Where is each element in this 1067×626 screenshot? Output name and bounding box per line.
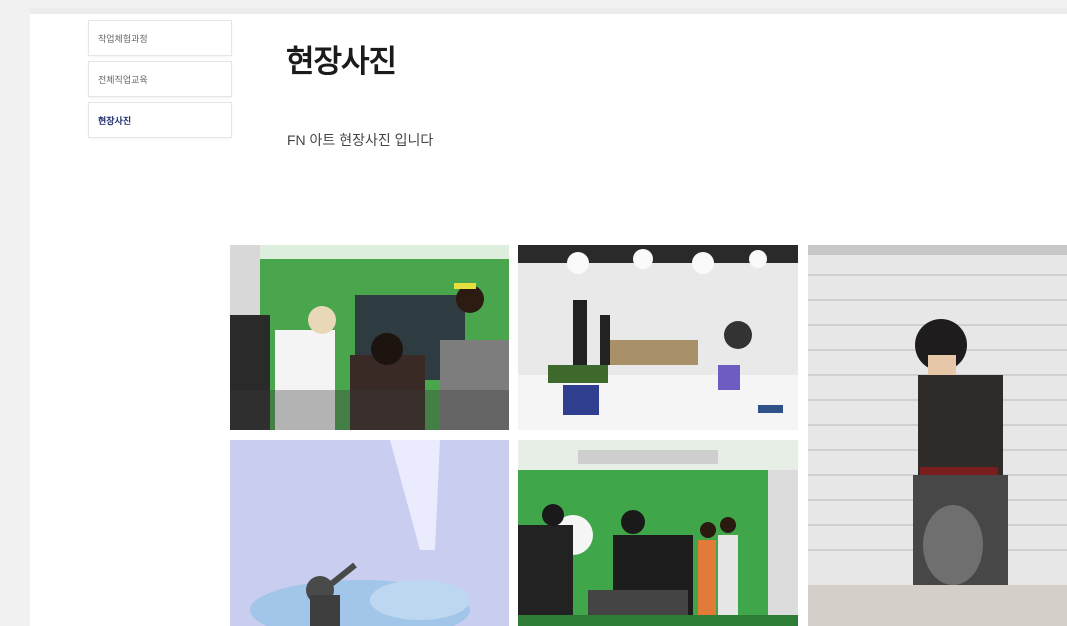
page-content: 작업체험과정 전체직업교육 현장사진 현장사진 FN 아트 현장사진 입니다	[30, 14, 1067, 626]
hanbok-model-photo-image	[808, 245, 1067, 626]
page-title: 현장사진	[286, 44, 397, 79]
sidebar-item-job-training[interactable]: 전체직업교육	[88, 61, 232, 97]
photo-white-studio-set[interactable]	[518, 245, 798, 430]
studio-crew-photo-image	[518, 440, 798, 626]
white-studio-photo-image	[518, 245, 798, 430]
side-menu: 작업체험과정 전체직업교육 현장사진	[88, 20, 232, 143]
photo-studio-crew-lighting[interactable]	[518, 440, 798, 626]
page-description: FN 아트 현장사진 입니다	[287, 132, 434, 148]
sidebar-item-site-photos[interactable]: 현장사진	[88, 102, 232, 138]
photo-hanbok-model-portrait[interactable]	[808, 245, 1067, 626]
photo-green-screen-filming[interactable]	[230, 245, 509, 430]
green-screen-photo-image	[230, 245, 509, 430]
photo-blue-smoke-scene[interactable]	[230, 440, 509, 626]
sidebar-item-job-experience[interactable]: 작업체험과정	[88, 20, 232, 56]
blue-smoke-photo-image	[230, 440, 509, 626]
